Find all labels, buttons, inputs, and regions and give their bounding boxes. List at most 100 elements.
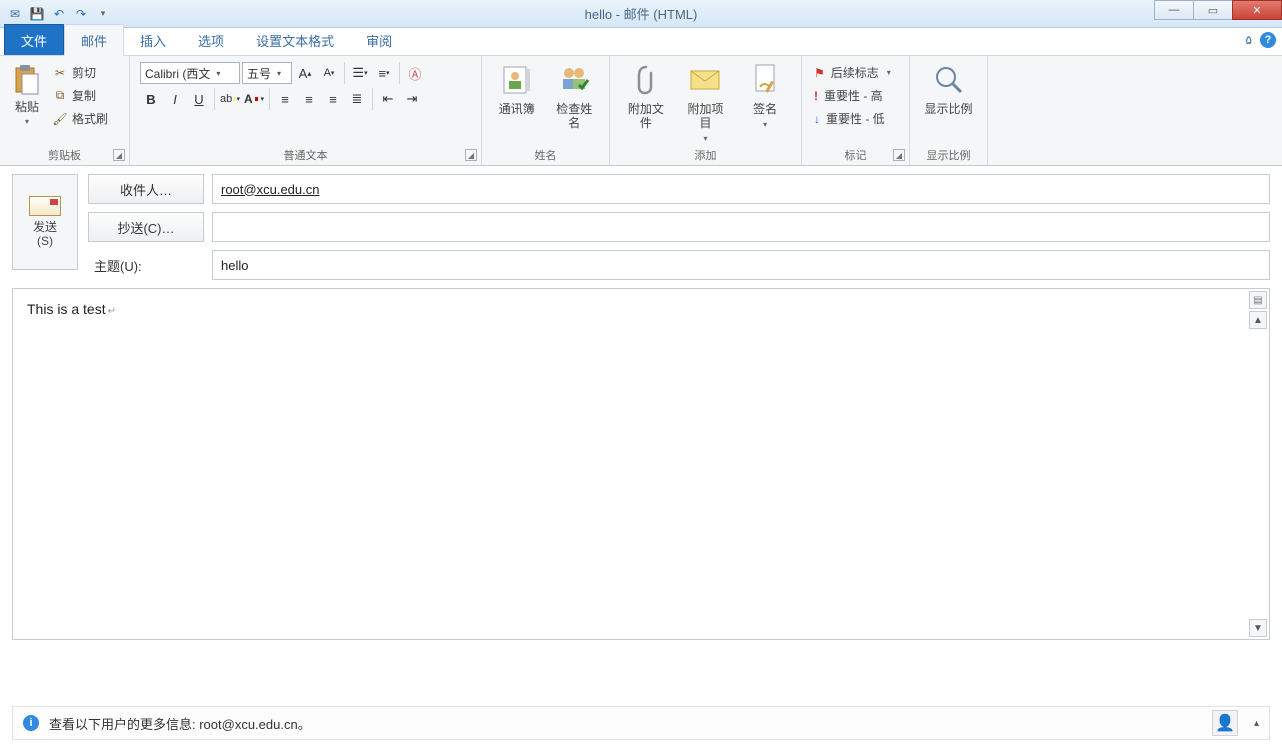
group-tags: ⚑后续标志▾ !重要性 - 高 ↓重要性 - 低 标记 ◢ — [802, 56, 910, 165]
paperclip-icon — [628, 62, 664, 98]
send-button[interactable]: 发送(S) — [12, 174, 78, 270]
paste-icon — [11, 64, 43, 96]
scroll-down-icon[interactable]: ▼ — [1249, 619, 1267, 637]
zoom-button[interactable]: 显示比例 — [922, 62, 975, 146]
minimize-button[interactable]: — — [1154, 0, 1194, 20]
bullets-icon[interactable]: ☰▾ — [349, 62, 371, 84]
high-importance-button[interactable]: !重要性 - 高 — [814, 87, 897, 104]
bold-icon[interactable]: B — [140, 88, 162, 110]
redo-icon[interactable]: ↷ — [72, 5, 90, 23]
info-icon: i — [23, 715, 39, 731]
cc-field[interactable] — [212, 212, 1270, 242]
save-icon[interactable]: 💾 — [28, 5, 46, 23]
brush-icon: 🖌 — [52, 112, 68, 126]
maximize-button[interactable]: ▭ — [1193, 0, 1233, 20]
cut-button[interactable]: ✂剪切 — [52, 64, 108, 81]
people-pane-expand-icon[interactable]: ▴ — [1254, 718, 1259, 729]
group-clipboard-label: 剪贴板 — [0, 147, 129, 163]
tab-review[interactable]: 审阅 — [350, 25, 408, 55]
shrink-font-icon[interactable]: A▾ — [318, 62, 340, 84]
align-left-icon[interactable]: ≡ — [274, 88, 296, 110]
address-book-icon — [499, 62, 535, 98]
signature-icon — [747, 62, 783, 98]
group-include: 附加文件 附加项目▾ 签名▾ 添加 — [610, 56, 802, 165]
increase-indent-icon[interactable]: ⇥ — [401, 88, 423, 110]
cut-icon: ✂ — [52, 66, 68, 80]
to-field[interactable]: root@xcu.edu.cn — [212, 174, 1270, 204]
font-color-icon[interactable]: A▾ — [243, 88, 265, 110]
tab-insert[interactable]: 插入 — [124, 25, 182, 55]
tab-mail[interactable]: 邮件 — [64, 24, 124, 56]
copy-icon: ⧉ — [52, 89, 68, 103]
quick-access-toolbar: ✉ 💾 ↶ ↷ ▾ — [0, 5, 118, 23]
font-size-combo[interactable]: 五号▾ — [242, 62, 292, 84]
tags-dialog-launcher[interactable]: ◢ — [893, 149, 905, 161]
ruler-toggle-icon[interactable]: ▤ — [1249, 291, 1267, 309]
align-center-icon[interactable]: ≡ — [298, 88, 320, 110]
paste-label: 粘贴 — [15, 98, 39, 115]
paste-button[interactable]: 粘贴 ▾ — [6, 60, 48, 146]
subject-field[interactable]: hello — [212, 250, 1270, 280]
window-title: hello - 邮件 (HTML) — [585, 4, 698, 23]
attach-file-button[interactable]: 附加文件 — [622, 62, 670, 146]
people-pane-bar: i 查看以下用户的更多信息: root@xcu.edu.cn。 👤 ▴ — [12, 706, 1270, 740]
align-justify-icon[interactable]: ≣ — [346, 88, 368, 110]
check-names-button[interactable]: 检查姓名 — [552, 62, 598, 146]
attach-item-button[interactable]: 附加项目▾ — [682, 62, 730, 146]
qat-more-icon[interactable]: ▾ — [94, 5, 112, 23]
decrease-indent-icon[interactable]: ⇤ — [377, 88, 399, 110]
signature-button[interactable]: 签名▾ — [741, 62, 789, 146]
low-importance-icon: ↓ — [814, 112, 820, 126]
tab-format-text[interactable]: 设置文本格式 — [240, 25, 350, 55]
underline-icon[interactable]: U — [188, 88, 210, 110]
tab-file[interactable]: 文件 — [4, 24, 64, 55]
group-basic-text-label: 普通文本 — [130, 147, 481, 163]
compose-header: 发送(S) 收件人… root@xcu.edu.cn 抄送(C)… 主题(U):… — [0, 166, 1282, 284]
group-basic-text: Calibri (西文▾ 五号▾ A▴ A▾ ☰▾ ≡▾ Ⓐ B I U ab▾… — [130, 56, 482, 165]
window-controls: — ▭ ✕ — [1155, 0, 1282, 20]
tab-options[interactable]: 选项 — [182, 25, 240, 55]
title-bar: ✉ 💾 ↶ ↷ ▾ hello - 邮件 (HTML) — ▭ ✕ — [0, 0, 1282, 28]
message-body[interactable]: This is a test ▤ ▲ ▼ — [12, 288, 1270, 640]
highlight-icon[interactable]: ab▾ — [219, 88, 241, 110]
app-icon: ✉ — [6, 5, 24, 23]
follow-up-button[interactable]: ⚑后续标志▾ — [814, 64, 897, 81]
copy-button[interactable]: ⧉复制 — [52, 87, 108, 104]
undo-icon[interactable]: ↶ — [50, 5, 68, 23]
subject-label: 主题(U): — [88, 256, 204, 275]
group-clipboard: 粘贴 ▾ ✂剪切 ⧉复制 🖌格式刷 剪贴板 ◢ — [0, 56, 130, 165]
low-importance-button[interactable]: ↓重要性 - 低 — [814, 110, 897, 127]
cc-button[interactable]: 抄送(C)… — [88, 212, 204, 242]
italic-icon[interactable]: I — [164, 88, 186, 110]
to-button[interactable]: 收件人… — [88, 174, 204, 204]
group-names-label: 姓名 — [482, 147, 609, 163]
ribbon-tabs: 文件 邮件 插入 选项 设置文本格式 审阅 ۵ ? — [0, 28, 1282, 56]
clear-format-icon[interactable]: Ⓐ — [404, 62, 426, 84]
body-text: This is a test — [27, 301, 116, 317]
info-text: 查看以下用户的更多信息: root@xcu.edu.cn。 — [49, 714, 311, 733]
group-names: 通讯簿 检查姓名 姓名 — [482, 56, 610, 165]
scroll-up-icon[interactable]: ▲ — [1249, 311, 1267, 329]
numbering-icon[interactable]: ≡▾ — [373, 62, 395, 84]
grow-font-icon[interactable]: A▴ — [294, 62, 316, 84]
ribbon: 粘贴 ▾ ✂剪切 ⧉复制 🖌格式刷 剪贴板 ◢ Calibri (西文▾ 五号▾… — [0, 56, 1282, 166]
format-painter-button[interactable]: 🖌格式刷 — [52, 110, 108, 127]
magnifier-icon — [931, 62, 967, 98]
help-icon[interactable]: ? — [1260, 32, 1276, 48]
clipboard-dialog-launcher[interactable]: ◢ — [113, 149, 125, 161]
attach-item-icon — [688, 62, 724, 98]
group-include-label: 添加 — [610, 147, 801, 163]
font-family-combo[interactable]: Calibri (西文▾ — [140, 62, 240, 84]
flag-icon: ⚑ — [814, 66, 825, 80]
high-importance-icon: ! — [814, 89, 818, 103]
close-button[interactable]: ✕ — [1232, 0, 1282, 20]
group-zoom-label: 显示比例 — [910, 147, 987, 163]
align-right-icon[interactable]: ≡ — [322, 88, 344, 110]
check-names-icon — [556, 62, 592, 98]
basic-text-dialog-launcher[interactable]: ◢ — [465, 149, 477, 161]
contact-photo-icon[interactable]: 👤 — [1212, 710, 1238, 736]
group-zoom: 显示比例 显示比例 — [910, 56, 988, 165]
minimize-ribbon-icon[interactable]: ۵ — [1246, 33, 1252, 47]
address-book-button[interactable]: 通讯簿 — [494, 62, 540, 146]
envelope-icon — [29, 196, 61, 216]
